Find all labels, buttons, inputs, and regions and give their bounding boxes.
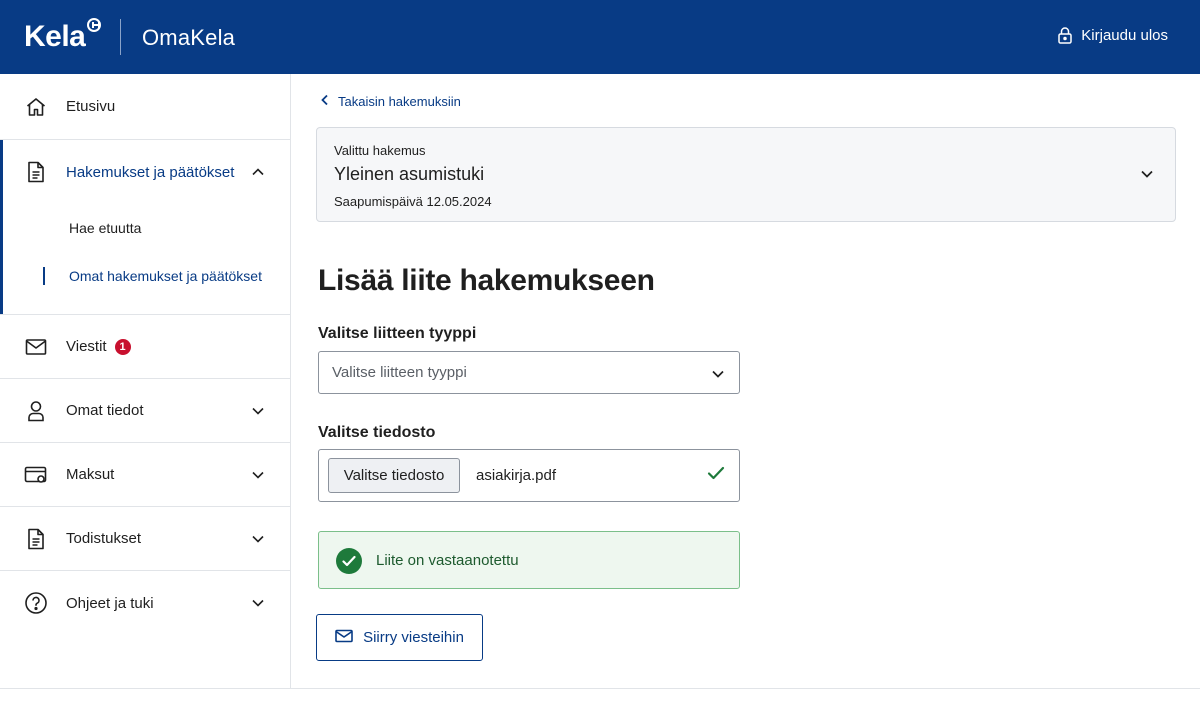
chevron-up-icon <box>250 164 266 185</box>
success-alert: Liite on vastaanotettu <box>318 531 740 589</box>
unread-badge: 1 <box>114 338 131 355</box>
app-name: OmaKela <box>142 25 236 50</box>
sidebar-item-etusivu[interactable]: Etusivu <box>0 74 290 140</box>
selected-application-card[interactable]: Valittu hakemus Yleinen asumistuki Saapu… <box>316 127 1176 222</box>
sidebar-item-label: Omat tiedot <box>66 402 144 419</box>
selected-application-title: Yleinen asumistuki <box>334 164 485 184</box>
back-link[interactable]: Takaisin hakemuksiin <box>320 94 461 109</box>
logo-mark-icon <box>87 18 102 32</box>
sidebar-item-hakemukset[interactable]: Hakemukset ja päätökset <box>0 140 290 204</box>
success-message: Liite on vastaanotettu <box>376 552 519 569</box>
logout-label: Kirjaudu ulos <box>1081 26 1168 44</box>
document-icon <box>24 160 48 184</box>
attachment-type-placeholder: Valitse liitteen tyyppi <box>332 364 467 381</box>
choose-file-button[interactable]: Valitse tiedosto <box>328 458 460 493</box>
mail-icon <box>24 335 48 359</box>
selected-file-name: asiakirja.pdf <box>476 467 557 484</box>
home-icon <box>24 95 48 119</box>
go-to-messages-button[interactable]: Siirry viesteihin <box>316 614 483 661</box>
kela-logo[interactable]: Kela <box>24 18 102 56</box>
success-check-icon <box>336 548 362 574</box>
file-field-label: Valitse tiedosto <box>318 424 436 441</box>
sidebar-item-maksut[interactable]: Maksut <box>0 443 290 507</box>
sidebar-item-label: Hakemukset ja päätökset <box>66 163 235 181</box>
sidebar-item-omat-tiedot[interactable]: Omat tiedot <box>0 379 290 443</box>
logout-button[interactable]: Kirjaudu ulos <box>1057 26 1168 44</box>
chevron-left-icon <box>320 94 330 109</box>
back-link-label: Takaisin hakemuksiin <box>338 94 461 109</box>
sidebar-item-todistukset[interactable]: Todistukset <box>0 507 290 571</box>
sidebar-item-label: Etusivu <box>66 98 116 115</box>
attachment-type-select[interactable]: Valitse liitteen tyyppi <box>318 351 740 394</box>
person-icon <box>24 399 48 423</box>
sidebar-item-label: Todistukset <box>66 530 142 547</box>
sidebar-subitem-label: Hae etuutta <box>69 220 142 236</box>
sidebar-group-hakemukset: Hakemukset ja päätökset Hae etuutta Omat… <box>0 140 290 315</box>
chevron-down-icon <box>250 467 266 488</box>
sidebar-item-viestit[interactable]: Viestit 1 <box>0 315 290 379</box>
sidebar-subitem-omat-hakemukset[interactable]: Omat hakemukset ja päätökset <box>0 252 290 300</box>
file-picker: Valitse tiedosto asiakirja.pdf <box>318 449 740 502</box>
sidebar-subitem-hae-etuutta[interactable]: Hae etuutta <box>0 204 290 252</box>
main-content: Takaisin hakemuksiin Valittu hakemus Yle… <box>292 74 1200 688</box>
selected-application-caption: Valittu hakemus <box>334 143 426 158</box>
header-divider <box>120 19 121 55</box>
lock-icon <box>1057 26 1073 44</box>
chevron-down-icon <box>710 366 726 387</box>
sidebar-item-label: Ohjeet ja tuki <box>66 594 154 612</box>
selected-application-date: Saapumispäivä 12.05.2024 <box>334 194 492 209</box>
checkmark-icon <box>707 465 725 486</box>
chevron-down-icon <box>250 595 266 616</box>
certificate-icon <box>24 527 48 551</box>
mail-icon <box>335 629 353 647</box>
page-footer <box>0 688 1200 720</box>
help-icon <box>24 591 48 615</box>
sidebar-item-ohjeet[interactable]: Ohjeet ja tuki <box>0 571 290 635</box>
top-header: Kela OmaKela Kirjaudu ulos <box>0 0 1200 74</box>
attachment-type-label: Valitse liitteen tyyppi <box>318 325 477 342</box>
chevron-down-icon <box>250 531 266 552</box>
wallet-icon <box>24 463 48 487</box>
go-to-messages-label: Siirry viesteihin <box>363 629 464 646</box>
sidebar-item-label: Maksut <box>66 466 115 483</box>
chevron-down-icon <box>1139 166 1155 187</box>
sidebar-subitem-label: Omat hakemukset ja päätökset <box>69 268 262 284</box>
sidebar-item-label: Viestit <box>66 338 107 355</box>
logo-text: Kela <box>24 20 86 53</box>
sidebar-nav: Etusivu Hakemukset ja päätökset Hae etuu… <box>0 74 291 688</box>
chevron-down-icon <box>250 403 266 424</box>
page-title: Lisää liite hakemukseen <box>318 264 655 297</box>
